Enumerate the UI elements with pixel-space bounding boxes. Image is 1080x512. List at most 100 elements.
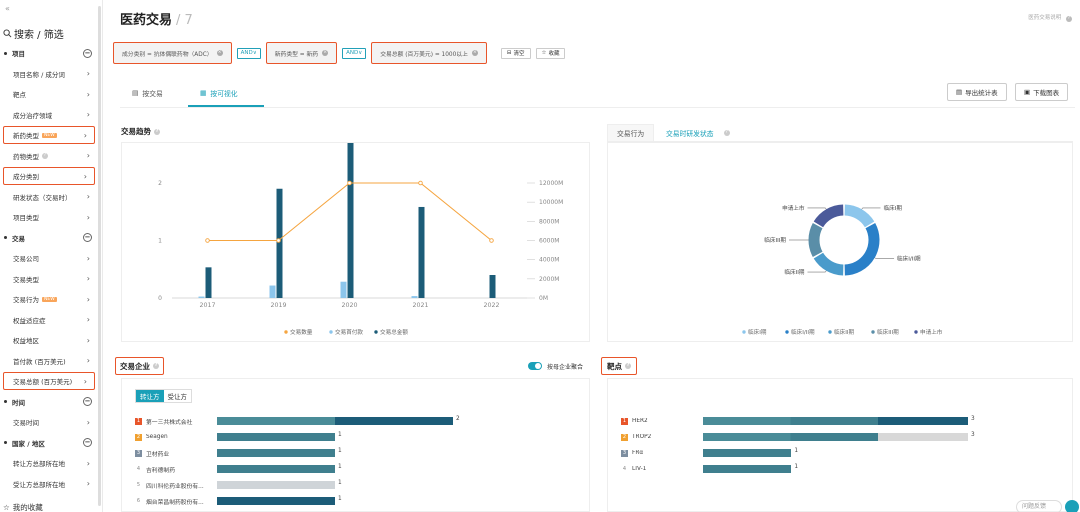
sidebar-item[interactable]: 项目名称 / 成分词 › (0, 65, 98, 83)
sidebar-item[interactable]: 交易类型 › (0, 270, 98, 288)
sidebar-item[interactable]: 项目类型 › (0, 208, 98, 226)
deal-count-point (205, 238, 210, 243)
bar-category-label: 四川科伦药业股份有... (146, 483, 204, 490)
sidebar-item[interactable]: 研发状态（交易时） › (0, 188, 98, 206)
sidebar-group[interactable]: 国家 / 地区 − (0, 434, 98, 452)
sidebar-item[interactable]: 交易总额 (百万美元) › (3, 372, 95, 390)
sidebar-item[interactable]: 权益地区 › (0, 331, 98, 349)
help-link[interactable]: 医药交易说明 ? (1028, 13, 1072, 22)
info-icon[interactable]: ? (723, 130, 730, 136)
donut-leader-line (807, 270, 827, 273)
bar-total-amount (276, 188, 283, 298)
and-operator[interactable]: AND ∨ (342, 47, 367, 59)
bar-total-amount (418, 206, 425, 298)
sidebar-group[interactable]: 项目 − (0, 44, 98, 62)
collapse-group-icon[interactable]: − (83, 48, 92, 58)
bar-row[interactable]: 6 烟台荣昌制药股份有... 1 (135, 496, 483, 506)
sidebar-group[interactable]: 时间 − (0, 393, 98, 411)
seg-transferee[interactable]: 受让方 (164, 390, 192, 402)
chevron-right-icon: › (86, 89, 90, 99)
right-tick-label: 8000M (539, 218, 559, 225)
seg-transferor[interactable]: 转让方 (136, 390, 164, 402)
x-tick-label: 2017 (199, 302, 215, 309)
filter-chip[interactable]: 交易总额 (百万美元) = 1000以上 × (371, 42, 487, 64)
bar-category-label: HER2 (632, 418, 648, 424)
sidebar-item[interactable]: 交易行为 NEW › (0, 290, 98, 308)
bar-value-label: 1 (338, 464, 342, 470)
bar-row[interactable]: 1 第一三共株式会社 2 (135, 416, 483, 426)
sidebar-item[interactable]: 成分类别 › (3, 167, 95, 185)
chat-fab[interactable] (1065, 500, 1079, 512)
bar-row[interactable]: 3 卫材药业 1 (135, 448, 483, 458)
tab-by-deal[interactable]: ▤ 按交易 (132, 88, 163, 98)
sidebar-item[interactable]: 药物类型? › (0, 147, 98, 165)
sidebar-item[interactable]: 新药类型 NEW › (3, 126, 95, 144)
bar-total-amount (347, 129, 354, 298)
legend-label: 临床I期 (748, 328, 767, 336)
collapse-icon[interactable]: « (5, 4, 10, 13)
sidebar-item[interactable]: 靶点 › (0, 85, 98, 103)
bar-row[interactable]: 2 TROP2 3 (621, 432, 998, 442)
bar (703, 449, 792, 457)
table-icon: ▤ (956, 88, 963, 96)
chevron-right-icon: › (86, 458, 90, 468)
legend-dot (785, 330, 789, 334)
filter-chip[interactable]: 成分类别 = 抗体偶联药物（ADC） × (113, 42, 232, 64)
legend-dot (871, 330, 875, 334)
right-tick-label: 12000M (539, 180, 563, 187)
bar-category-label: 吉利德制药 (146, 467, 175, 474)
close-icon[interactable]: × (471, 50, 478, 56)
legend-label: 交易数量 (290, 328, 313, 336)
sidebar-item[interactable]: 交易时间 › (0, 413, 98, 431)
rank-badge: 1 (621, 417, 628, 425)
close-icon[interactable]: × (216, 50, 223, 56)
sidebar: « 搜索 / 筛选 项目 − 项目名称 / 成分词 › 靶点 › 成分治疗领域 › 新药类型 NE… (0, 0, 103, 512)
sidebar-item[interactable]: 交易公司 › (0, 249, 98, 267)
new-badge: NEW (42, 132, 57, 138)
right-tick-label: 4000M (539, 257, 559, 264)
bar-row[interactable]: 2 Seagen 1 (135, 432, 483, 442)
bar-category-label: FRα (632, 450, 644, 456)
my-favorites[interactable]: ☆ 我的收藏 (0, 498, 98, 512)
sidebar-item[interactable]: 权益适应症 › (0, 311, 98, 329)
tab-visualization[interactable]: ▦ 按可视化 (200, 88, 238, 98)
bar-row[interactable]: 3 FRα 1 (621, 448, 998, 458)
filter-chip[interactable]: 新药类型 = 新药 × (265, 42, 338, 64)
export-table-button[interactable]: ▤ 导出统计表 (947, 83, 1007, 101)
bar-row[interactable]: 5 四川科伦药业股份有... 1 (135, 480, 483, 490)
chevron-right-icon: › (86, 294, 90, 304)
download-chart-button[interactable]: ▣ 下载图表 (1015, 83, 1069, 101)
feedback-button[interactable]: 问题反馈 (1016, 500, 1062, 512)
bar-row[interactable]: 4 LIV-1 1 (621, 464, 998, 474)
legend-label: 临床I/II期 (791, 328, 815, 336)
role-switch: 转让方 受让方 (135, 389, 192, 403)
sidebar-scrollbar[interactable] (98, 6, 101, 506)
rank-badge: 5 (136, 482, 141, 488)
trend-card: 0M 2000M 4000M 6000M 8000M 10000M 12000M 0 1 2 201… (121, 129, 590, 342)
info-icon[interactable]: ? (625, 363, 631, 369)
parent-aggregate-toggle[interactable] (528, 362, 542, 370)
collapse-group-icon[interactable]: − (83, 397, 92, 406)
close-icon[interactable]: × (322, 50, 329, 56)
chevron-right-icon: › (83, 130, 87, 140)
sidebar-item[interactable]: 受让方总部所在地 › (0, 475, 98, 493)
bar-row[interactable]: 1 HER2 3 (621, 416, 998, 426)
bar-category-label: Seagen (146, 434, 168, 440)
favorite-button[interactable]: ☆ 收藏 (535, 47, 566, 59)
info-icon[interactable]: ? (42, 152, 48, 159)
collapse-group-icon[interactable]: − (83, 438, 92, 447)
legend-dot (329, 330, 333, 334)
collapse-group-icon[interactable]: − (83, 233, 92, 242)
sidebar-item[interactable]: 转让方总部所在地 › (0, 454, 98, 472)
sidebar-group[interactable]: 交易 − (0, 229, 98, 247)
info-icon[interactable]: ? (153, 363, 159, 369)
bar-category-label: TROP2 (632, 434, 652, 440)
and-operator[interactable]: AND ∨ (236, 47, 261, 59)
tab-deal-behavior[interactable]: 交易行为 (607, 124, 655, 142)
info-icon[interactable]: ? (154, 128, 160, 135)
bar-row[interactable]: 4 吉利德制药 1 (135, 464, 483, 474)
clear-button[interactable]: ⊟ 清空 (500, 47, 531, 59)
tab-dev-status[interactable]: 交易时研发状态? (657, 124, 739, 142)
sidebar-item[interactable]: 首付款 (百万美元) › (0, 352, 98, 370)
sidebar-item[interactable]: 成分治疗领域 › (0, 106, 98, 124)
